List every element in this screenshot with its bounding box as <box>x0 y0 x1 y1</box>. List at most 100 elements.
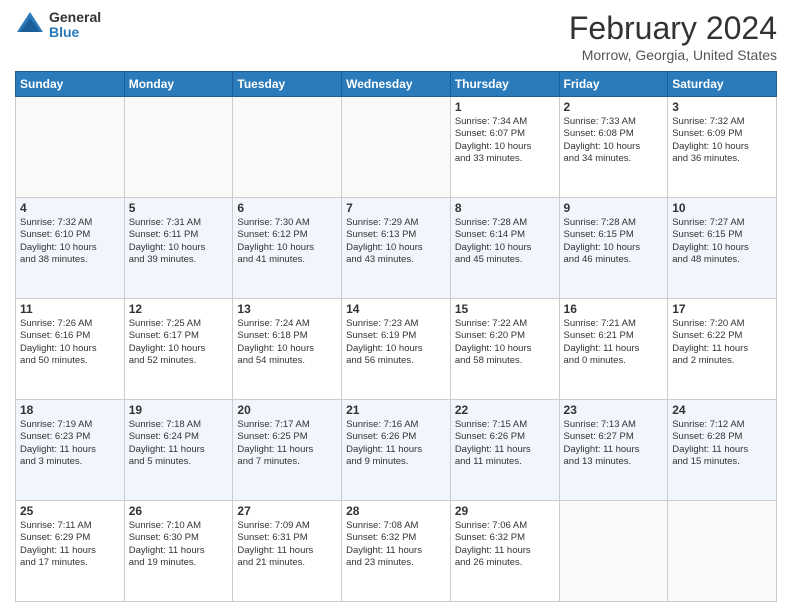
calendar-cell: 13 Sunrise: 7:24 AM Sunset: 6:18 PM Dayli… <box>233 299 342 400</box>
day-info: Sunrise: 7:27 AM Sunset: 6:15 PM Dayligh… <box>672 217 772 266</box>
calendar-cell: 24 Sunrise: 7:12 AM Sunset: 6:28 PM Dayli… <box>668 400 777 501</box>
day-number: 25 <box>20 504 120 518</box>
day-header-sunday: Sunday <box>16 72 125 97</box>
day-number: 18 <box>20 403 120 417</box>
day-info: Sunrise: 7:26 AM Sunset: 6:16 PM Dayligh… <box>20 318 120 367</box>
day-info: Sunrise: 7:10 AM Sunset: 6:30 PM Dayligh… <box>129 520 229 569</box>
day-info: Sunrise: 7:21 AM Sunset: 6:21 PM Dayligh… <box>564 318 664 367</box>
page: General Blue February 2024 Morrow, Georg… <box>0 0 792 612</box>
calendar-cell: 23 Sunrise: 7:13 AM Sunset: 6:27 PM Dayli… <box>559 400 668 501</box>
day-number: 17 <box>672 302 772 316</box>
day-info: Sunrise: 7:13 AM Sunset: 6:27 PM Dayligh… <box>564 419 664 468</box>
day-info: Sunrise: 7:08 AM Sunset: 6:32 PM Dayligh… <box>346 520 446 569</box>
week-row-4: 25 Sunrise: 7:11 AM Sunset: 6:29 PM Dayli… <box>16 501 777 602</box>
calendar-cell: 10 Sunrise: 7:27 AM Sunset: 6:15 PM Dayli… <box>668 198 777 299</box>
header: General Blue February 2024 Morrow, Georg… <box>15 10 777 63</box>
day-number: 2 <box>564 100 664 114</box>
day-number: 27 <box>237 504 337 518</box>
day-header-wednesday: Wednesday <box>342 72 451 97</box>
calendar-cell: 6 Sunrise: 7:30 AM Sunset: 6:12 PM Daylig… <box>233 198 342 299</box>
title-block: February 2024 Morrow, Georgia, United St… <box>569 10 777 63</box>
day-info: Sunrise: 7:23 AM Sunset: 6:19 PM Dayligh… <box>346 318 446 367</box>
calendar-cell: 25 Sunrise: 7:11 AM Sunset: 6:29 PM Dayli… <box>16 501 125 602</box>
day-number: 6 <box>237 201 337 215</box>
calendar-cell <box>668 501 777 602</box>
calendar-cell: 18 Sunrise: 7:19 AM Sunset: 6:23 PM Dayli… <box>16 400 125 501</box>
day-number: 21 <box>346 403 446 417</box>
day-info: Sunrise: 7:34 AM Sunset: 6:07 PM Dayligh… <box>455 116 555 165</box>
calendar-cell: 7Sunrise: 7:29 AM Sunset: 6:13 PM Daylig… <box>342 198 451 299</box>
calendar-cell: 1 Sunrise: 7:34 AM Sunset: 6:07 PM Daylig… <box>450 97 559 198</box>
day-number: 9 <box>564 201 664 215</box>
day-info: Sunrise: 7:19 AM Sunset: 6:23 PM Dayligh… <box>20 419 120 468</box>
day-info: Sunrise: 7:20 AM Sunset: 6:22 PM Dayligh… <box>672 318 772 367</box>
day-number: 28 <box>346 504 446 518</box>
day-number: 13 <box>237 302 337 316</box>
week-row-0: 1 Sunrise: 7:34 AM Sunset: 6:07 PM Daylig… <box>16 97 777 198</box>
calendar-body: 1 Sunrise: 7:34 AM Sunset: 6:07 PM Daylig… <box>16 97 777 602</box>
calendar-cell: 27Sunrise: 7:09 AM Sunset: 6:31 PM Dayli… <box>233 501 342 602</box>
calendar-cell: 19 Sunrise: 7:18 AM Sunset: 6:24 PM Dayli… <box>124 400 233 501</box>
day-info: Sunrise: 7:28 AM Sunset: 6:15 PM Dayligh… <box>564 217 664 266</box>
day-info: Sunrise: 7:15 AM Sunset: 6:26 PM Dayligh… <box>455 419 555 468</box>
calendar-cell: 29Sunrise: 7:06 AM Sunset: 6:32 PM Dayli… <box>450 501 559 602</box>
calendar-cell: 28 Sunrise: 7:08 AM Sunset: 6:32 PM Dayli… <box>342 501 451 602</box>
calendar-cell <box>233 97 342 198</box>
calendar-cell: 15 Sunrise: 7:22 AM Sunset: 6:20 PM Dayli… <box>450 299 559 400</box>
calendar-cell: 17 Sunrise: 7:20 AM Sunset: 6:22 PM Dayli… <box>668 299 777 400</box>
calendar-cell: 5 Sunrise: 7:31 AM Sunset: 6:11 PM Daylig… <box>124 198 233 299</box>
day-number: 24 <box>672 403 772 417</box>
week-row-1: 4Sunrise: 7:32 AM Sunset: 6:10 PM Daylig… <box>16 198 777 299</box>
day-number: 14 <box>346 302 446 316</box>
day-info: Sunrise: 7:22 AM Sunset: 6:20 PM Dayligh… <box>455 318 555 367</box>
day-number: 11 <box>20 302 120 316</box>
calendar-cell <box>16 97 125 198</box>
day-number: 10 <box>672 201 772 215</box>
day-number: 15 <box>455 302 555 316</box>
calendar-cell: 20 Sunrise: 7:17 AM Sunset: 6:25 PM Dayli… <box>233 400 342 501</box>
day-header-friday: Friday <box>559 72 668 97</box>
day-number: 1 <box>455 100 555 114</box>
logo-icon <box>15 10 45 40</box>
calendar-cell <box>342 97 451 198</box>
day-number: 22 <box>455 403 555 417</box>
logo-general: General <box>49 10 101 25</box>
day-header-thursday: Thursday <box>450 72 559 97</box>
day-number: 4 <box>20 201 120 215</box>
day-number: 23 <box>564 403 664 417</box>
calendar-header: SundayMondayTuesdayWednesdayThursdayFrid… <box>16 72 777 97</box>
day-number: 26 <box>129 504 229 518</box>
day-info: Sunrise: 7:11 AM Sunset: 6:29 PM Dayligh… <box>20 520 120 569</box>
day-info: Sunrise: 7:30 AM Sunset: 6:12 PM Dayligh… <box>237 217 337 266</box>
calendar-cell: 16Sunrise: 7:21 AM Sunset: 6:21 PM Dayli… <box>559 299 668 400</box>
calendar: SundayMondayTuesdayWednesdayThursdayFrid… <box>15 71 777 602</box>
day-info: Sunrise: 7:06 AM Sunset: 6:32 PM Dayligh… <box>455 520 555 569</box>
day-info: Sunrise: 7:18 AM Sunset: 6:24 PM Dayligh… <box>129 419 229 468</box>
calendar-cell: 11 Sunrise: 7:26 AM Sunset: 6:16 PM Dayli… <box>16 299 125 400</box>
week-row-3: 18 Sunrise: 7:19 AM Sunset: 6:23 PM Dayli… <box>16 400 777 501</box>
day-info: Sunrise: 7:17 AM Sunset: 6:25 PM Dayligh… <box>237 419 337 468</box>
day-info: Sunrise: 7:12 AM Sunset: 6:28 PM Dayligh… <box>672 419 772 468</box>
day-info: Sunrise: 7:32 AM Sunset: 6:09 PM Dayligh… <box>672 116 772 165</box>
day-number: 3 <box>672 100 772 114</box>
day-info: Sunrise: 7:24 AM Sunset: 6:18 PM Dayligh… <box>237 318 337 367</box>
calendar-cell: 4Sunrise: 7:32 AM Sunset: 6:10 PM Daylig… <box>16 198 125 299</box>
day-number: 20 <box>237 403 337 417</box>
calendar-cell: 26 Sunrise: 7:10 AM Sunset: 6:30 PM Dayli… <box>124 501 233 602</box>
calendar-cell: 21Sunrise: 7:16 AM Sunset: 6:26 PM Dayli… <box>342 400 451 501</box>
location: Morrow, Georgia, United States <box>569 47 777 63</box>
logo-text: General Blue <box>49 10 101 41</box>
calendar-cell: 3 Sunrise: 7:32 AM Sunset: 6:09 PM Daylig… <box>668 97 777 198</box>
day-number: 5 <box>129 201 229 215</box>
day-info: Sunrise: 7:31 AM Sunset: 6:11 PM Dayligh… <box>129 217 229 266</box>
calendar-cell <box>559 501 668 602</box>
day-number: 19 <box>129 403 229 417</box>
calendar-cell <box>124 97 233 198</box>
day-number: 7 <box>346 201 446 215</box>
calendar-cell: 14 Sunrise: 7:23 AM Sunset: 6:19 PM Dayli… <box>342 299 451 400</box>
day-header-tuesday: Tuesday <box>233 72 342 97</box>
calendar-cell: 22 Sunrise: 7:15 AM Sunset: 6:26 PM Dayli… <box>450 400 559 501</box>
calendar-cell: 2Sunrise: 7:33 AM Sunset: 6:08 PM Daylig… <box>559 97 668 198</box>
logo: General Blue <box>15 10 101 41</box>
calendar-cell: 9 Sunrise: 7:28 AM Sunset: 6:15 PM Daylig… <box>559 198 668 299</box>
